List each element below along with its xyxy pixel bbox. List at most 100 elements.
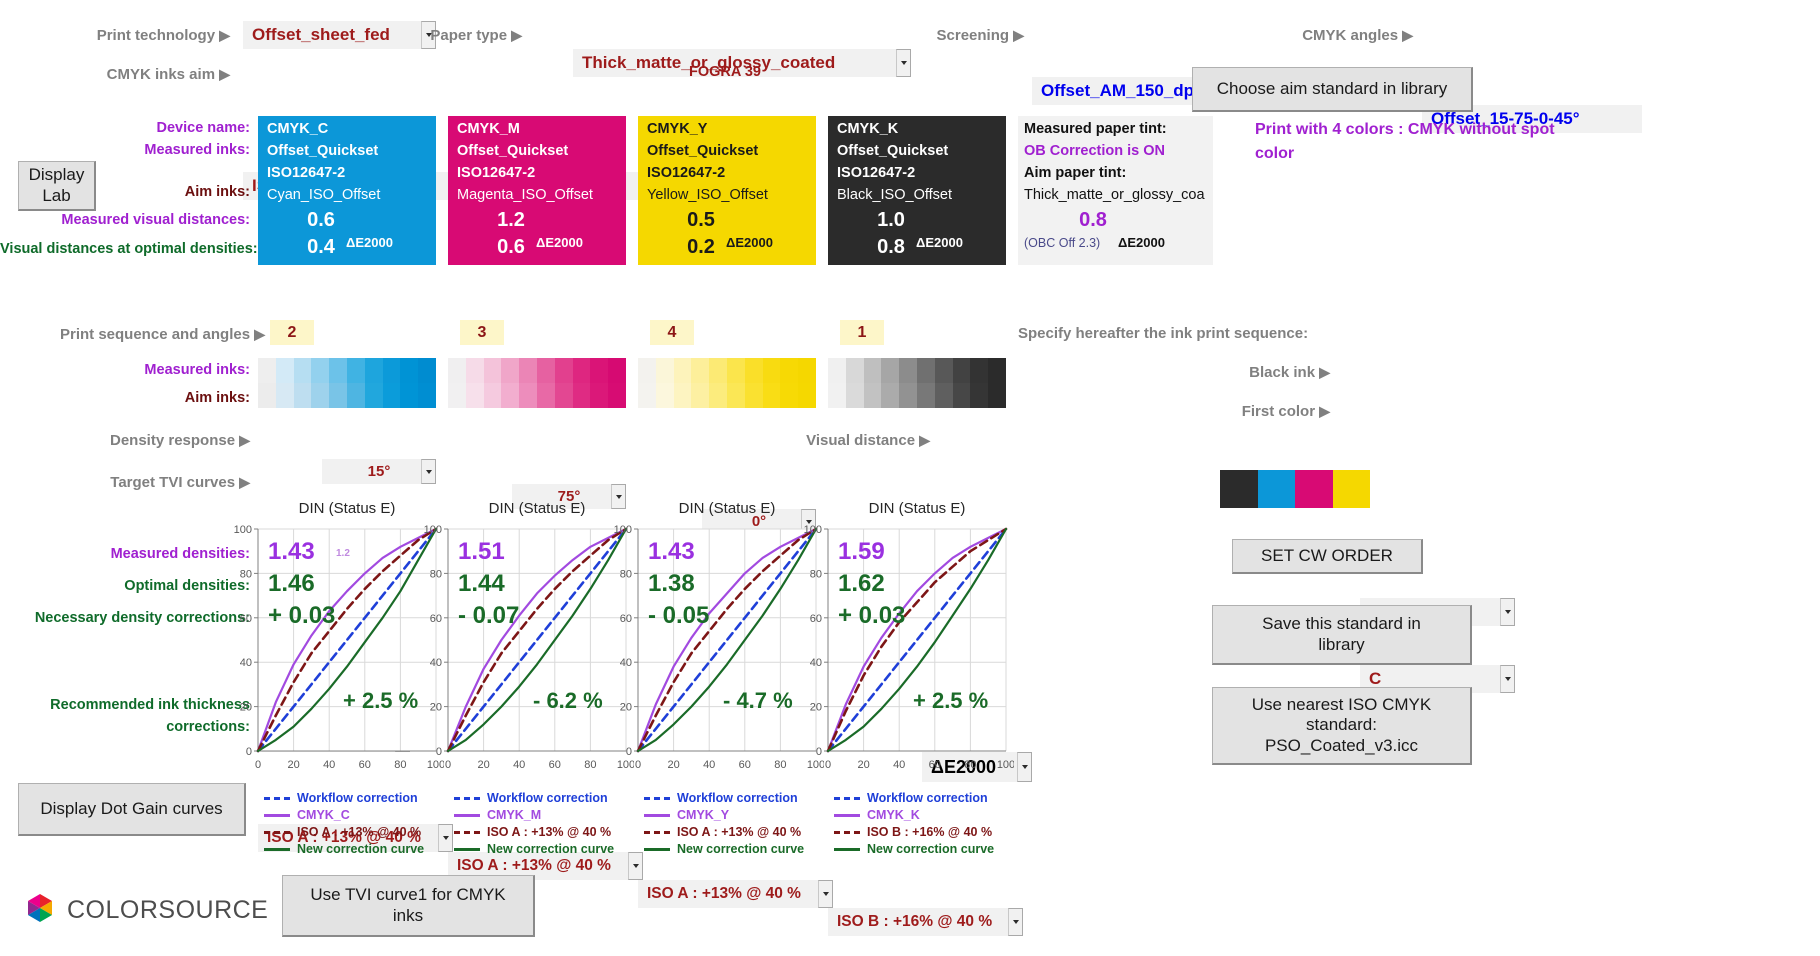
svg-text:20: 20 <box>477 759 489 771</box>
cw-swatch-c <box>1257 470 1295 508</box>
first-color-label: First color ▶ <box>1241 403 1330 420</box>
paper-tint-distance: 0.8 <box>1079 209 1107 231</box>
ink-measured-distance-M: 1.2 <box>497 209 525 231</box>
display-lab-line1: Display <box>28 165 85 185</box>
choose-aim-standard-button[interactable]: Choose aim standard in library <box>1192 67 1473 112</box>
chevron-down-icon[interactable] <box>628 852 643 880</box>
ink-card-K: CMYK_K Offset_Quickset ISO12647-2 Black_… <box>828 116 1006 265</box>
print-sequence-C[interactable]: 2 <box>270 320 314 345</box>
angle-select-C[interactable]: 15° <box>322 459 436 484</box>
print-sequence-label: Print sequence and angles ▶ <box>60 326 266 343</box>
cmyk-inks-aim-label: CMYK inks aim ▶ <box>106 66 230 83</box>
legend-swatch <box>454 797 480 800</box>
paper-tint-card: Measured paper tint: OB Correction is ON… <box>1018 116 1213 265</box>
print-sequence-M[interactable]: 3 <box>460 320 504 345</box>
display-dot-gain-button[interactable]: Display Dot Gain curves <box>18 783 246 836</box>
legend-swatch <box>834 848 860 851</box>
chevron-down-icon[interactable] <box>818 880 833 908</box>
aim-ink-ramp-C <box>258 383 436 408</box>
chevron-down-icon[interactable] <box>1008 908 1023 936</box>
print-sequence-Y[interactable]: 4 <box>650 320 694 345</box>
svg-text:0: 0 <box>635 759 641 771</box>
chevron-down-icon[interactable] <box>896 49 911 77</box>
legend-item: Workflow correction <box>644 790 804 807</box>
measured-density-value: 1.51 <box>458 538 505 565</box>
ink-device-name-M: CMYK_M <box>457 121 520 137</box>
legend-swatch <box>644 814 670 817</box>
aim-inks-label: Aim inks: <box>184 184 250 200</box>
ink-aim-Y: Yellow_ISO_Offset <box>647 187 768 203</box>
legend-item: CMYK_Y <box>644 807 804 824</box>
set-cw-order-button[interactable]: SET CW ORDER <box>1232 539 1423 574</box>
optimal-density-value: 1.62 <box>838 570 885 597</box>
ink-aim-C: Cyan_ISO_Offset <box>267 187 381 203</box>
svg-text:20: 20 <box>430 702 442 714</box>
print-note-line2: color <box>1255 145 1295 162</box>
svg-text:100: 100 <box>997 759 1014 771</box>
legend-label: New correction curve <box>297 842 425 857</box>
svg-text:0: 0 <box>626 746 632 758</box>
ink-measured-distance-K: 1.0 <box>877 209 905 231</box>
aim-ink-ramp-Y <box>638 383 816 408</box>
legend-swatch <box>834 797 860 800</box>
svg-text:100: 100 <box>424 524 442 536</box>
measured-ink-ramp-M <box>448 358 626 383</box>
use-nearest-iso-button[interactable]: Use nearest ISO CMYK standard: PSO_Coate… <box>1212 687 1472 765</box>
use-tvi-curve1-button[interactable]: Use TVI curve1 for CMYK inks <box>282 875 535 937</box>
tvi-select-K[interactable]: ISO B : +16% @ 40 % <box>828 908 1023 936</box>
ink-measured-2-K: ISO12647-2 <box>837 165 916 181</box>
svg-text:60: 60 <box>359 759 371 771</box>
measured-paper-tint-label: Measured paper tint: <box>1024 121 1167 137</box>
legend-label: ISO A : +13% @ 40 % <box>297 825 422 840</box>
paper-tint-deltaE: ΔE2000 <box>1118 235 1165 250</box>
measured-density-value: 1.59 <box>838 538 885 565</box>
colorsource-logo-icon <box>22 890 58 931</box>
save-standard-button[interactable]: Save this standard in library <box>1212 605 1472 665</box>
svg-text:0: 0 <box>825 759 831 771</box>
aim-ink-ramp-K <box>828 383 1006 408</box>
svg-text:20: 20 <box>857 759 869 771</box>
tvi-select-Y[interactable]: ISO A : +13% @ 40 % <box>638 880 833 908</box>
aim-paper-tint-label: Aim paper tint: <box>1024 165 1127 181</box>
recommended-ink-thickness-label-2: corrections: <box>166 719 250 735</box>
legend-item: New correction curve <box>264 841 424 858</box>
svg-text:40: 40 <box>430 657 442 669</box>
ink-aim-K: Black_ISO_Offset <box>837 187 952 203</box>
svg-text:20: 20 <box>240 702 252 714</box>
ink-optimal-distance-Y: 0.2 <box>687 236 715 258</box>
legend-item: New correction curve <box>644 841 804 858</box>
ink-card-Y: CMYK_Y Offset_Quickset ISO12647-2 Yellow… <box>638 116 816 265</box>
svg-text:20: 20 <box>287 759 299 771</box>
thickness-correction-value: - 4.7 % <box>723 688 793 713</box>
svg-text:40: 40 <box>513 759 525 771</box>
chevron-down-icon[interactable] <box>1017 752 1032 782</box>
triangle-icon: ▶ <box>511 27 522 43</box>
svg-text:60: 60 <box>739 759 751 771</box>
ink-device-name-C: CMYK_C <box>267 121 329 137</box>
svg-text:40: 40 <box>240 657 252 669</box>
cw-swatch-y <box>1332 470 1370 508</box>
specify-sequence-label: Specify hereafter the ink print sequence… <box>1018 325 1309 342</box>
svg-text:100: 100 <box>804 524 822 536</box>
measured-visual-distances-label: Measured visual distances: <box>61 212 250 228</box>
legend-item: CMYK_C <box>264 807 424 824</box>
legend-swatch <box>264 831 290 834</box>
chart-plot: 0 20 40 60 80 100 0 20 40 60 80 100 <box>804 524 1014 771</box>
chevron-down-icon[interactable] <box>1500 598 1515 626</box>
chart-inline-note: 1.2 <box>336 548 350 559</box>
optimal-density-value: 1.44 <box>458 570 505 597</box>
legend-label: New correction curve <box>487 842 615 857</box>
legend-swatch <box>834 831 860 834</box>
chevron-down-icon[interactable] <box>1500 665 1515 693</box>
tvi-chart-K: DIN (Status E) 0 20 40 60 80 100 0 20 40 60 80 100 1.… <box>788 500 1014 855</box>
svg-text:40: 40 <box>703 759 715 771</box>
print-sequence-K[interactable]: 1 <box>840 320 884 345</box>
ink-measured-1-K: Offset_Quickset <box>837 143 949 159</box>
obc-off-note: (OBC Off 2.3) <box>1024 236 1101 250</box>
svg-text:60: 60 <box>620 613 632 625</box>
legend-swatch <box>644 831 670 834</box>
chevron-down-icon[interactable] <box>421 459 436 484</box>
angle-value-C: 15° <box>367 463 391 480</box>
svg-text:40: 40 <box>620 657 632 669</box>
chart-title: DIN (Status E) <box>868 500 966 517</box>
